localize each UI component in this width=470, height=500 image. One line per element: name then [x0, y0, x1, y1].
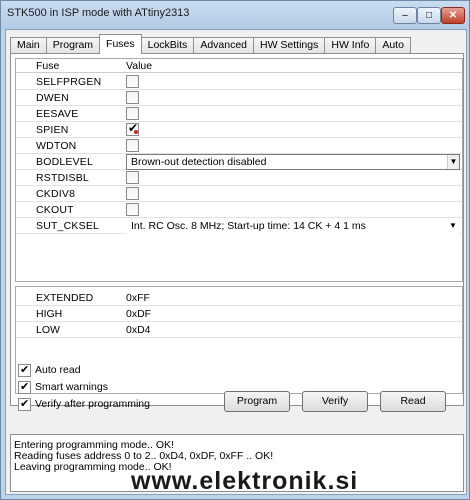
fuse-row-ckdiv8: CKDIV8: [16, 186, 462, 202]
minimize-button[interactable]: –: [393, 7, 417, 24]
option-label: Smart warnings: [35, 381, 108, 393]
close-icon: ✕: [448, 10, 458, 21]
tab-hw-settings[interactable]: HW Settings: [253, 37, 326, 54]
verify-button[interactable]: Verify: [302, 391, 368, 412]
fuse-checkbox-dwen[interactable]: [126, 91, 139, 104]
option-label: Verify after programming: [35, 398, 150, 410]
fuse-row-bodlevel: BODLEVEL Brown-out detection disabled ▼: [16, 154, 462, 170]
fuse-summary-row: HIGH 0xDF: [16, 306, 462, 322]
fuse-row-dwen: DWEN: [16, 90, 462, 106]
fuse-byte-name: LOW: [36, 324, 60, 336]
fuse-row-ckout: CKOUT: [16, 202, 462, 218]
fuse-byte-value: 0xD4: [126, 324, 151, 336]
auto-read-checkbox[interactable]: ✔: [18, 363, 31, 377]
watermark: www.elektronik.si: [131, 467, 359, 495]
fuse-summary-row: LOW 0xD4: [16, 322, 462, 338]
title-bar[interactable]: STK500 in ISP mode with ATtiny2313 – □ ✕: [1, 1, 469, 29]
tab-hw-info[interactable]: HW Info: [324, 37, 377, 54]
tab-program[interactable]: Program: [45, 37, 101, 54]
tab-fuses[interactable]: Fuses: [99, 34, 142, 54]
read-button[interactable]: Read: [380, 391, 446, 412]
fuse-checkbox-selfprgen[interactable]: [126, 75, 139, 88]
checkmark-icon: ✔: [20, 397, 30, 410]
fuse-byte-name: EXTENDED: [36, 292, 94, 304]
sut-cksel-dropdown[interactable]: Int. RC Osc. 8 MHz; Start-up time: 14 CK…: [126, 218, 460, 234]
column-header-value: Value: [126, 60, 153, 72]
tab-main[interactable]: Main: [10, 37, 47, 54]
fuse-name: CKOUT: [36, 204, 74, 216]
fuse-name: SUT_CKSEL: [36, 220, 100, 232]
chevron-down-icon[interactable]: ▼: [447, 155, 459, 169]
fuse-row-spien: SPIEN ✔: [16, 121, 462, 138]
fuse-summary: EXTENDED 0xFF HIGH 0xDF LOW 0xD4: [15, 286, 463, 394]
option-auto-read[interactable]: ✔ Auto read: [18, 363, 81, 377]
app-window: STK500 in ISP mode with ATtiny2313 – □ ✕…: [0, 0, 470, 500]
fuse-name: RSTDISBL: [36, 172, 89, 184]
fuse-name: EESAVE: [36, 108, 79, 120]
column-header-fuse: Fuse: [36, 60, 60, 72]
fuses-panel: Fuse Value SELFPRGEN DWEN EESAVE SPIEN ✔…: [10, 53, 464, 406]
program-button[interactable]: Program: [224, 391, 290, 412]
fuse-row-rstdisbl: RSTDISBL: [16, 170, 462, 186]
maximize-button[interactable]: □: [417, 7, 441, 24]
checkmark-icon: ✔: [20, 363, 30, 376]
option-label: Auto read: [35, 364, 81, 376]
fuse-summary-row: EXTENDED 0xFF: [16, 290, 462, 306]
fuse-name: SPIEN: [36, 124, 69, 136]
fuse-checkbox-eesave[interactable]: [126, 107, 139, 120]
fuse-name: DWEN: [36, 92, 69, 104]
fuse-row-eesave: EESAVE: [16, 106, 462, 122]
maximize-icon: □: [425, 10, 433, 21]
bodlevel-dropdown[interactable]: Brown-out detection disabled ▼: [126, 154, 460, 170]
fuse-grid: Fuse Value SELFPRGEN DWEN EESAVE SPIEN ✔…: [15, 58, 463, 282]
fuse-byte-value: 0xDF: [126, 308, 152, 320]
client-area: Main Program Fuses LockBits Advanced HW …: [5, 29, 467, 495]
dropdown-value: Int. RC Osc. 8 MHz; Start-up time: 14 CK…: [131, 220, 366, 232]
close-button[interactable]: ✕: [441, 7, 465, 24]
fuse-name: BODLEVEL: [36, 156, 94, 168]
fuse-checkbox-rstdisbl[interactable]: [126, 171, 139, 184]
fuse-byte-value: 0xFF: [126, 292, 150, 304]
fuse-checkbox-ckdiv8[interactable]: [126, 187, 139, 200]
verify-after-programming-checkbox[interactable]: ✔: [18, 397, 31, 411]
tab-lockbits[interactable]: LockBits: [140, 37, 195, 54]
fuse-name: WDTON: [36, 140, 77, 152]
window-title: STK500 in ISP mode with ATtiny2313: [7, 7, 190, 19]
fuse-checkbox-ckout[interactable]: [126, 203, 139, 216]
fuse-row-sut-cksel: SUT_CKSEL Int. RC Osc. 8 MHz; Start-up t…: [16, 218, 462, 234]
tab-advanced[interactable]: Advanced: [193, 37, 255, 54]
minimize-icon: –: [402, 10, 408, 21]
option-verify-after-programming[interactable]: ✔ Verify after programming: [18, 397, 150, 411]
tab-auto[interactable]: Auto: [375, 37, 411, 54]
tab-strip: Main Program Fuses LockBits Advanced HW …: [10, 34, 411, 54]
chevron-down-icon[interactable]: ▼: [447, 219, 459, 233]
fuse-row-selfprgen: SELFPRGEN: [16, 74, 462, 90]
option-smart-warnings[interactable]: ✔ Smart warnings: [18, 380, 108, 394]
fuse-name: CKDIV8: [36, 188, 76, 200]
fuse-checkbox-wdton[interactable]: [126, 139, 139, 152]
dropdown-value: Brown-out detection disabled: [131, 156, 267, 168]
fuse-grid-header: Fuse Value: [16, 59, 462, 73]
fuse-checkbox-spien[interactable]: ✔: [126, 121, 139, 136]
fuse-name: SELFPRGEN: [36, 76, 102, 88]
fuse-row-wdton: WDTON: [16, 138, 462, 154]
smart-warnings-checkbox[interactable]: ✔: [18, 380, 31, 394]
fuse-byte-name: HIGH: [36, 308, 63, 320]
warning-dot-icon: [134, 130, 138, 134]
checkmark-icon: ✔: [20, 380, 30, 393]
